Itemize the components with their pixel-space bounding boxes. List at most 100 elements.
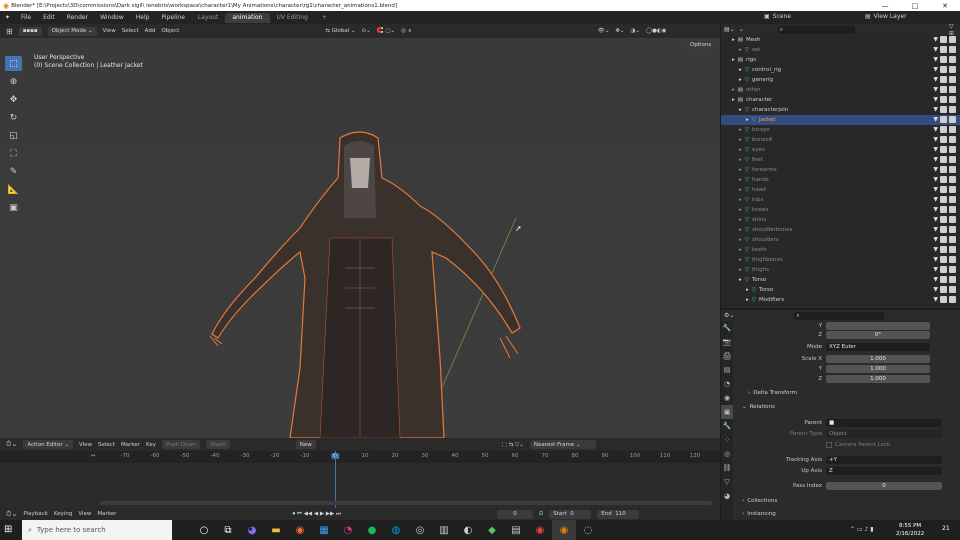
camera-icon[interactable]	[949, 186, 956, 193]
outliner-row[interactable]: ▸ ▽ feet ▼	[721, 155, 960, 165]
chevron-icon[interactable]: ▸	[739, 167, 742, 173]
rotation-y-field[interactable]	[826, 321, 930, 330]
camera-icon[interactable]	[949, 46, 956, 53]
tracking-axis-dropdown[interactable]: +Y	[826, 455, 942, 464]
data-tab-icon[interactable]: ▽	[721, 475, 733, 489]
outliner-row[interactable]: ▸ ▽ bones4 ▼	[721, 135, 960, 145]
camera-icon[interactable]	[949, 176, 956, 183]
blender-menu-icon[interactable]: ✦	[0, 14, 15, 21]
rotate-tool[interactable]: ↻	[5, 110, 22, 125]
eye-icon[interactable]	[940, 46, 947, 53]
outliner-row[interactable]: ▸ ▤ rigs ▼	[721, 55, 960, 65]
select-mode-buttons[interactable]: ▪▪▪▪	[18, 26, 42, 36]
playback-controls[interactable]: ⏺ ⏮ ◀◀ ◀ ▶ ▶▶ ⏭	[292, 511, 341, 518]
measure-tool[interactable]: 📐	[5, 182, 22, 197]
tool-tab-icon[interactable]: 🔧	[721, 321, 733, 335]
rotation-mode-dropdown[interactable]: XYZ Euler	[826, 342, 930, 351]
filter-icon[interactable]: ▼	[933, 156, 938, 163]
viewport-menu-object[interactable]: Object	[161, 28, 179, 34]
viewport-menu-select[interactable]: Select	[122, 28, 139, 34]
render-tab-icon[interactable]: 📷	[721, 335, 733, 349]
instancing-section[interactable]: › Instancing	[742, 511, 776, 517]
camera-icon[interactable]	[949, 86, 956, 93]
outliner-row[interactable]: ▸ ▽ biceps ▼	[721, 125, 960, 135]
chevron-icon[interactable]: ▸	[739, 217, 742, 223]
chevron-icon[interactable]: ▸	[732, 87, 735, 93]
snap-icon[interactable]: 🧲 ▢⌄	[377, 28, 395, 34]
eye-icon[interactable]	[940, 176, 947, 183]
outliner-row[interactable]: ▸ ▽ control_rig ▼	[721, 65, 960, 75]
eye-icon[interactable]	[940, 76, 947, 83]
editor-type-icon[interactable]: ⊞	[6, 27, 13, 36]
tab-uv-editing[interactable]: UV Editing	[270, 13, 315, 23]
outliner-row[interactable]: ▸ ▽ thighs ▼	[721, 265, 960, 275]
timeline-menu-select[interactable]: Select	[98, 442, 115, 448]
chevron-icon[interactable]: ▸	[739, 267, 742, 273]
filter-icon[interactable]: ▼	[933, 116, 938, 123]
material-tab-icon[interactable]: ◕	[721, 489, 733, 503]
outliner-row[interactable]: ▸ ▽ forearms ▼	[721, 165, 960, 175]
select-box-tool[interactable]: ⬚	[5, 56, 22, 71]
outliner-row[interactable]: ▸ ▽ generig ▼	[721, 75, 960, 85]
visibility-toggles[interactable]: ▼	[933, 166, 956, 173]
chevron-icon[interactable]: ▸	[739, 47, 742, 53]
app-icon-9[interactable]: ◌	[576, 520, 600, 540]
filter-icons[interactable]: ⬚ ⇆ ▽⌄	[502, 442, 524, 448]
outliner-row[interactable]: ▸ ▽ teeth ▼	[721, 245, 960, 255]
playback-view-menu[interactable]: View	[78, 511, 91, 517]
camera-icon[interactable]	[949, 216, 956, 223]
timeline-menu-key[interactable]: Key	[146, 442, 156, 448]
pivot-icon[interactable]: ⊙⌄	[362, 28, 371, 34]
camera-icon[interactable]	[949, 146, 956, 153]
filter-icon[interactable]: ▼	[933, 36, 938, 43]
eye-icon[interactable]	[940, 226, 947, 233]
visibility-toggles[interactable]: ▼	[933, 286, 956, 293]
stash-button[interactable]: Stash	[206, 440, 230, 449]
camera-icon[interactable]	[949, 36, 956, 43]
filter-icon[interactable]: ▼	[933, 286, 938, 293]
view-layer-selector[interactable]: ▤ View Layer	[865, 13, 907, 20]
chevron-icon[interactable]: ▸	[739, 157, 742, 163]
chevron-icon[interactable]: ▸	[739, 247, 742, 253]
tab-animation[interactable]: animation	[225, 12, 270, 23]
options-button[interactable]: Options	[686, 40, 716, 49]
transform-tool[interactable]: ⛶	[5, 146, 22, 161]
timeline-editor-type-icon[interactable]: ⏱⌄	[6, 440, 17, 449]
windows-start-icon[interactable]: ⊞	[4, 524, 12, 535]
eye-icon[interactable]	[940, 36, 947, 43]
action-editor-dropdown[interactable]: Action Editor ⌄	[23, 440, 73, 449]
timeline-ruler[interactable]: ↔ -70-60-50-40-30-20-1001020304050607080…	[0, 451, 720, 463]
outliner-row[interactable]: ▸ ▽ eyes ▼	[721, 145, 960, 155]
visibility-toggles[interactable]: ▼	[933, 276, 956, 283]
eye-icon[interactable]	[940, 216, 947, 223]
firefox-icon[interactable]: ◉	[288, 520, 312, 540]
outliner-row[interactable]: ▸ ▽ Torso ▼	[721, 275, 960, 285]
system-tray-icons[interactable]: ⌃ ▭ ♪ ▮	[850, 526, 874, 533]
visibility-toggles[interactable]: ▼	[933, 126, 956, 133]
filter-icon[interactable]: ▼	[933, 246, 938, 253]
app-icon-5[interactable]: ◎	[408, 520, 432, 540]
preview-range-icon[interactable]: ⏲	[539, 511, 543, 518]
camera-icon[interactable]	[949, 76, 956, 83]
orientation-dropdown[interactable]: ⇆ Global ⌄	[325, 28, 355, 34]
visibility-toggles[interactable]: ▼	[933, 296, 956, 303]
filter-icon[interactable]: ▼	[933, 176, 938, 183]
filter-icon[interactable]: ▼	[933, 256, 938, 263]
push-down-button[interactable]: Push Down	[161, 440, 201, 449]
outliner-editor-icon[interactable]: ▤⌄	[724, 26, 735, 33]
constraints-tab-icon[interactable]: ⛓	[721, 461, 733, 475]
filter-icon[interactable]: ▼	[933, 56, 938, 63]
viewport-menu-view[interactable]: View	[103, 28, 116, 34]
delta-transform-section[interactable]: › Delta Transform	[748, 390, 797, 396]
filter-icon[interactable]: ▼	[933, 96, 938, 103]
eye-icon[interactable]	[940, 296, 947, 303]
chevron-icon[interactable]: ▸	[739, 277, 742, 283]
new-action-button[interactable]: New	[295, 440, 316, 449]
eye-icon[interactable]	[940, 166, 947, 173]
relations-section[interactable]: ⌄ Relations	[742, 404, 775, 410]
visibility-toggles[interactable]: ▼	[933, 56, 956, 63]
eye-icon[interactable]	[940, 86, 947, 93]
current-frame-field[interactable]: 0	[496, 509, 533, 519]
eye-icon[interactable]	[940, 66, 947, 73]
camera-icon[interactable]	[949, 246, 956, 253]
